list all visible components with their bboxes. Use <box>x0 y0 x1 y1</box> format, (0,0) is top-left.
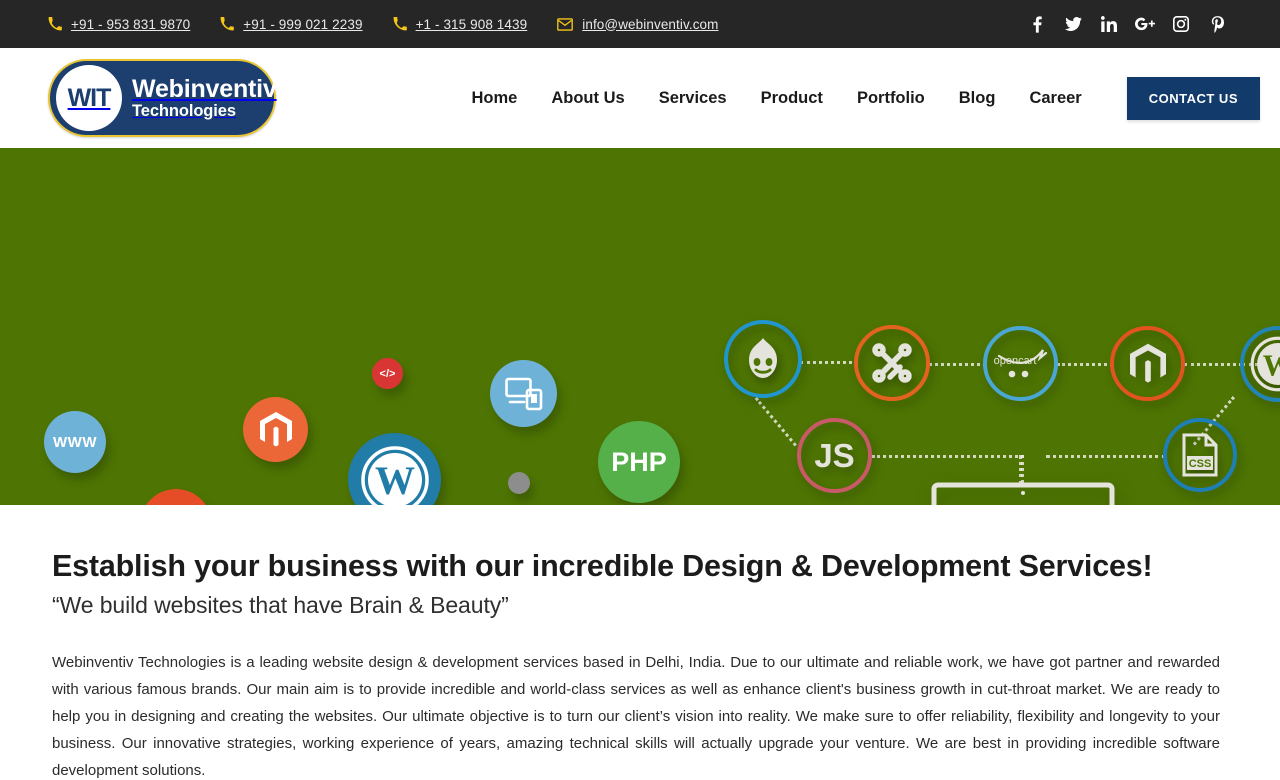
page-subtitle: “We build websites that have Brain & Bea… <box>52 592 509 619</box>
site-header: WIT Webinventiv Technologies Home About … <box>0 48 1280 148</box>
connector-line <box>872 455 1024 458</box>
nav-item-blog[interactable]: Blog <box>942 89 1013 108</box>
magento-icon <box>259 411 292 446</box>
nav-item-product[interactable]: Product <box>744 89 840 108</box>
phone-icon <box>220 17 235 31</box>
mail-icon <box>557 17 574 31</box>
magento-icon <box>1129 343 1166 383</box>
css-file-icon: CSS <box>1182 433 1218 477</box>
magento-bubble[interactable] <box>243 397 308 462</box>
contact-email[interactable]: info@webinventiv.com <box>557 17 718 32</box>
connector-line <box>1184 363 1242 366</box>
svg-text:HTML: HTML <box>161 504 192 505</box>
main-content: Establish your business with our incredi… <box>0 505 1280 780</box>
html5-icon: HTML5 <box>161 504 192 505</box>
contact-phone-2[interactable]: +91 - 999 021 2239 <box>220 17 362 32</box>
phone-icon <box>48 17 62 31</box>
intro-paragraph: Webinventiv Technologies is a leading we… <box>52 654 1220 780</box>
joomla-icon <box>872 343 912 383</box>
svg-text:W: W <box>375 458 415 503</box>
dot-gray-bubble <box>508 472 530 494</box>
main-navigation: Home About Us Services Product Portfolio… <box>455 76 1260 120</box>
svg-text:W: W <box>1263 348 1280 382</box>
contact-phone-1[interactable]: +91 - 953 831 9870 <box>48 17 190 32</box>
wordpress-icon: W <box>360 445 429 505</box>
nav-item-career[interactable]: Career <box>1012 89 1098 108</box>
opencart-ring-icon[interactable]: opencart <box>983 326 1058 401</box>
js-ring-icon[interactable]: JS <box>797 418 872 493</box>
joomla-ring-icon[interactable] <box>854 325 930 401</box>
linkedin-icon[interactable] <box>1091 9 1127 39</box>
top-contact-bar: +91 - 953 831 9870 +91 - 999 021 2239 +1… <box>0 0 1280 48</box>
contact-phone-2-label: +91 - 999 021 2239 <box>243 16 363 32</box>
hero-banner: CSS3 WWW HTML5 {JS} </> W .net PHP openc… <box>0 148 1280 505</box>
html5-bubble[interactable]: HTML5 <box>140 489 212 505</box>
pinterest-icon[interactable] <box>1199 9 1235 39</box>
connector-line <box>1019 455 1022 485</box>
laptop-php-device: php <box>912 482 1134 505</box>
css-ring-icon[interactable]: CSS <box>1163 418 1237 492</box>
js-ring-label: JS <box>814 436 855 474</box>
drupal-ring-icon[interactable] <box>724 320 802 398</box>
www-bubble[interactable]: WWW <box>44 411 106 473</box>
magento-ring-icon[interactable] <box>1110 326 1185 401</box>
svg-text:CSS: CSS <box>1189 458 1212 470</box>
connector-line <box>1046 455 1166 458</box>
contact-phone-1-label: +91 - 953 831 9870 <box>71 16 191 32</box>
connector-line <box>754 397 797 447</box>
responsive-devices-icon <box>504 377 542 410</box>
contact-phone-3[interactable]: +1 - 315 908 1439 <box>393 17 528 32</box>
social-links <box>1019 9 1235 39</box>
site-logo[interactable]: WIT Webinventiv Technologies <box>48 59 277 137</box>
instagram-icon[interactable] <box>1163 9 1199 39</box>
logo-wordmark: Webinventiv Technologies <box>122 74 277 121</box>
nav-item-portfolio[interactable]: Portfolio <box>840 89 942 108</box>
code-bubble[interactable]: </> <box>372 358 403 389</box>
drupal-icon <box>749 338 777 378</box>
nav-item-about-us[interactable]: About Us <box>534 89 641 108</box>
page-title: Establish your business with our incredi… <box>52 549 1153 583</box>
connector-line <box>1057 363 1113 366</box>
connector-line <box>929 363 986 366</box>
logo-line-2: Technologies <box>132 101 236 120</box>
twitter-icon[interactable] <box>1055 9 1091 39</box>
googleplus-icon[interactable] <box>1127 9 1163 39</box>
wordpress-ring-icon[interactable]: W <box>1240 326 1280 402</box>
responsive-devices-bubble[interactable] <box>490 360 557 427</box>
wordpress-icon: W <box>1250 336 1280 392</box>
logo-badge-text: WIT <box>67 83 112 112</box>
contact-phone-3-label: +1 - 315 908 1439 <box>415 16 528 32</box>
nav-item-home[interactable]: Home <box>455 89 535 108</box>
logo-badge: WIT <box>56 65 122 131</box>
facebook-icon[interactable] <box>1019 9 1055 39</box>
connector-line <box>800 361 858 364</box>
logo-line-1: Webinventiv <box>132 74 277 103</box>
wordpress-bubble[interactable]: W <box>348 433 441 505</box>
contact-list: +91 - 953 831 9870 +91 - 999 021 2239 +1… <box>48 17 1019 32</box>
contact-email-label: info@webinventiv.com <box>582 16 719 32</box>
nav-item-services[interactable]: Services <box>642 89 744 108</box>
opencart-icon: opencart <box>993 348 1047 377</box>
contact-us-button[interactable]: CONTACT US <box>1126 76 1260 120</box>
phone-icon <box>393 17 407 31</box>
php-bubble[interactable]: PHP <box>598 421 680 503</box>
